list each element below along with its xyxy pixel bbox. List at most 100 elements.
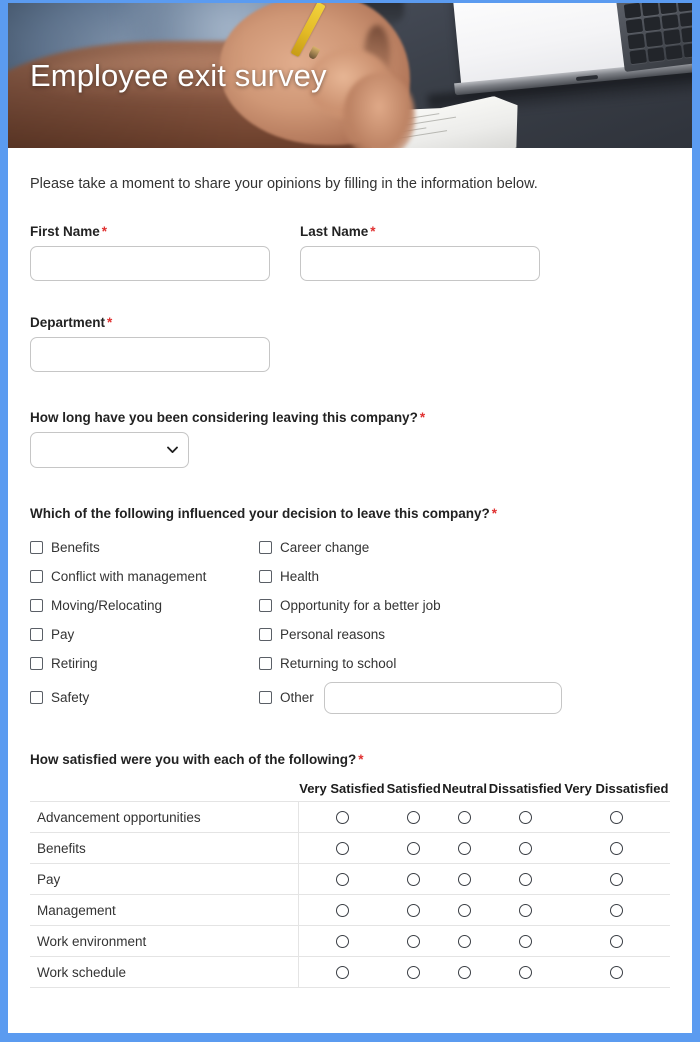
radio-neutral[interactable] [458,966,472,980]
radio-very-satisfied[interactable] [335,966,349,980]
checkbox-box[interactable] [259,540,272,554]
last-name-input[interactable] [300,245,540,281]
checkbox-box[interactable] [259,691,272,705]
checkbox-returning-to-school[interactable]: Returning to school [259,649,670,678]
radio-dissatisfied[interactable] [518,811,532,825]
radio-dissatisfied[interactable] [518,842,532,856]
radio-dissatisfied[interactable] [518,966,532,980]
checkbox-moving-relocating[interactable]: Moving/Relocating [30,591,259,620]
first-name-input[interactable] [30,245,270,281]
radio-dissatisfied[interactable] [518,935,532,949]
department-input[interactable] [30,336,270,372]
matrix-cell[interactable] [298,863,386,895]
matrix-cell[interactable] [385,863,442,895]
checkbox-box[interactable] [30,691,43,705]
matrix-cell[interactable] [562,863,670,895]
checkbox-box[interactable] [259,569,272,583]
checkbox-other[interactable]: Other [259,678,670,718]
checkbox-box[interactable] [259,598,272,612]
radio-very-dissatisfied[interactable] [609,935,623,949]
checkbox-pay[interactable]: Pay [30,620,259,649]
matrix-cell[interactable] [298,925,386,957]
checkbox-label: Career change [280,539,370,555]
matrix-cell[interactable] [441,832,488,864]
radio-very-dissatisfied[interactable] [609,873,623,887]
radio-satisfied[interactable] [407,966,421,980]
matrix-cell[interactable] [385,801,442,833]
matrix-cell[interactable] [298,801,386,833]
table-row: Management [30,894,670,926]
radio-satisfied[interactable] [407,935,421,949]
radio-very-dissatisfied[interactable] [609,842,623,856]
radio-dissatisfied[interactable] [518,873,532,887]
matrix-cell[interactable] [562,925,670,957]
checkbox-label: Moving/Relocating [51,597,163,613]
radio-satisfied[interactable] [407,842,421,856]
matrix-col-very-satisfied: Very Satisfied [299,780,385,796]
checkbox-box[interactable] [30,627,43,641]
matrix-cell[interactable] [562,832,670,864]
matrix-cell[interactable] [385,894,442,926]
checkbox-safety[interactable]: Safety [30,678,259,718]
radio-neutral[interactable] [458,842,472,856]
radio-dissatisfied[interactable] [518,904,532,918]
checkbox-box[interactable] [30,569,43,583]
radio-neutral[interactable] [458,904,472,918]
matrix-cell[interactable] [298,894,386,926]
matrix-cell[interactable] [441,863,488,895]
checkbox-conflict-with-management[interactable]: Conflict with management [30,562,259,591]
matrix-cell[interactable] [385,925,442,957]
other-text-input[interactable] [323,681,562,714]
influences-group: Which of the following influenced your d… [30,506,670,718]
checkbox-opportunity-for-a-better-job[interactable]: Opportunity for a better job [259,591,670,620]
last-name-label-text: Last Name [300,223,369,239]
matrix-cell[interactable] [487,801,563,833]
matrix-row-label: Advancement opportunities [30,801,299,833]
checkbox-box[interactable] [259,656,272,670]
checkbox-health[interactable]: Health [259,562,670,591]
matrix-cell[interactable] [562,801,670,833]
matrix-cell[interactable] [487,832,563,864]
matrix-cell[interactable] [441,894,488,926]
checkbox-retiring[interactable]: Retiring [30,649,259,678]
checkbox-box[interactable] [30,540,43,554]
matrix-cell[interactable] [441,956,488,989]
matrix-cell[interactable] [487,925,563,957]
matrix-cell[interactable] [487,863,563,895]
table-row: Advancement opportunities [30,801,670,833]
matrix-cell[interactable] [441,801,488,833]
matrix-cell[interactable] [298,832,386,864]
matrix-cell[interactable] [562,894,670,926]
matrix-cell[interactable] [487,956,563,989]
radio-very-satisfied[interactable] [335,935,349,949]
duration-label-text: How long have you been considering leavi… [30,409,418,425]
matrix-cell[interactable] [562,956,670,989]
radio-satisfied[interactable] [407,904,421,918]
matrix-cell[interactable] [441,925,488,957]
radio-very-dissatisfied[interactable] [609,811,623,825]
radio-very-dissatisfied[interactable] [609,966,623,980]
matrix-cell[interactable] [298,956,386,989]
matrix-cell[interactable] [385,832,442,864]
radio-very-dissatisfied[interactable] [609,904,623,918]
radio-very-satisfied[interactable] [335,842,349,856]
radio-satisfied[interactable] [407,811,421,825]
matrix-cell[interactable] [487,894,563,926]
checkbox-personal-reasons[interactable]: Personal reasons [259,620,670,649]
radio-very-satisfied[interactable] [335,904,349,918]
checkbox-box[interactable] [259,627,272,641]
duration-select[interactable] [30,431,189,468]
matrix-cell[interactable] [385,956,442,989]
radio-neutral[interactable] [458,935,472,949]
radio-very-satisfied[interactable] [335,873,349,887]
radio-very-satisfied[interactable] [335,811,349,825]
checkbox-career-change[interactable]: Career change [259,533,670,562]
radio-neutral[interactable] [458,811,472,825]
satisfaction-matrix: Very Satisfied Satisfied Neutral Dissati… [30,780,670,989]
checkbox-box[interactable] [30,656,43,670]
form-body: Please take a moment to share your opini… [8,148,692,989]
checkbox-box[interactable] [30,598,43,612]
radio-neutral[interactable] [458,873,472,887]
checkbox-benefits[interactable]: Benefits [30,533,259,562]
radio-satisfied[interactable] [407,873,421,887]
